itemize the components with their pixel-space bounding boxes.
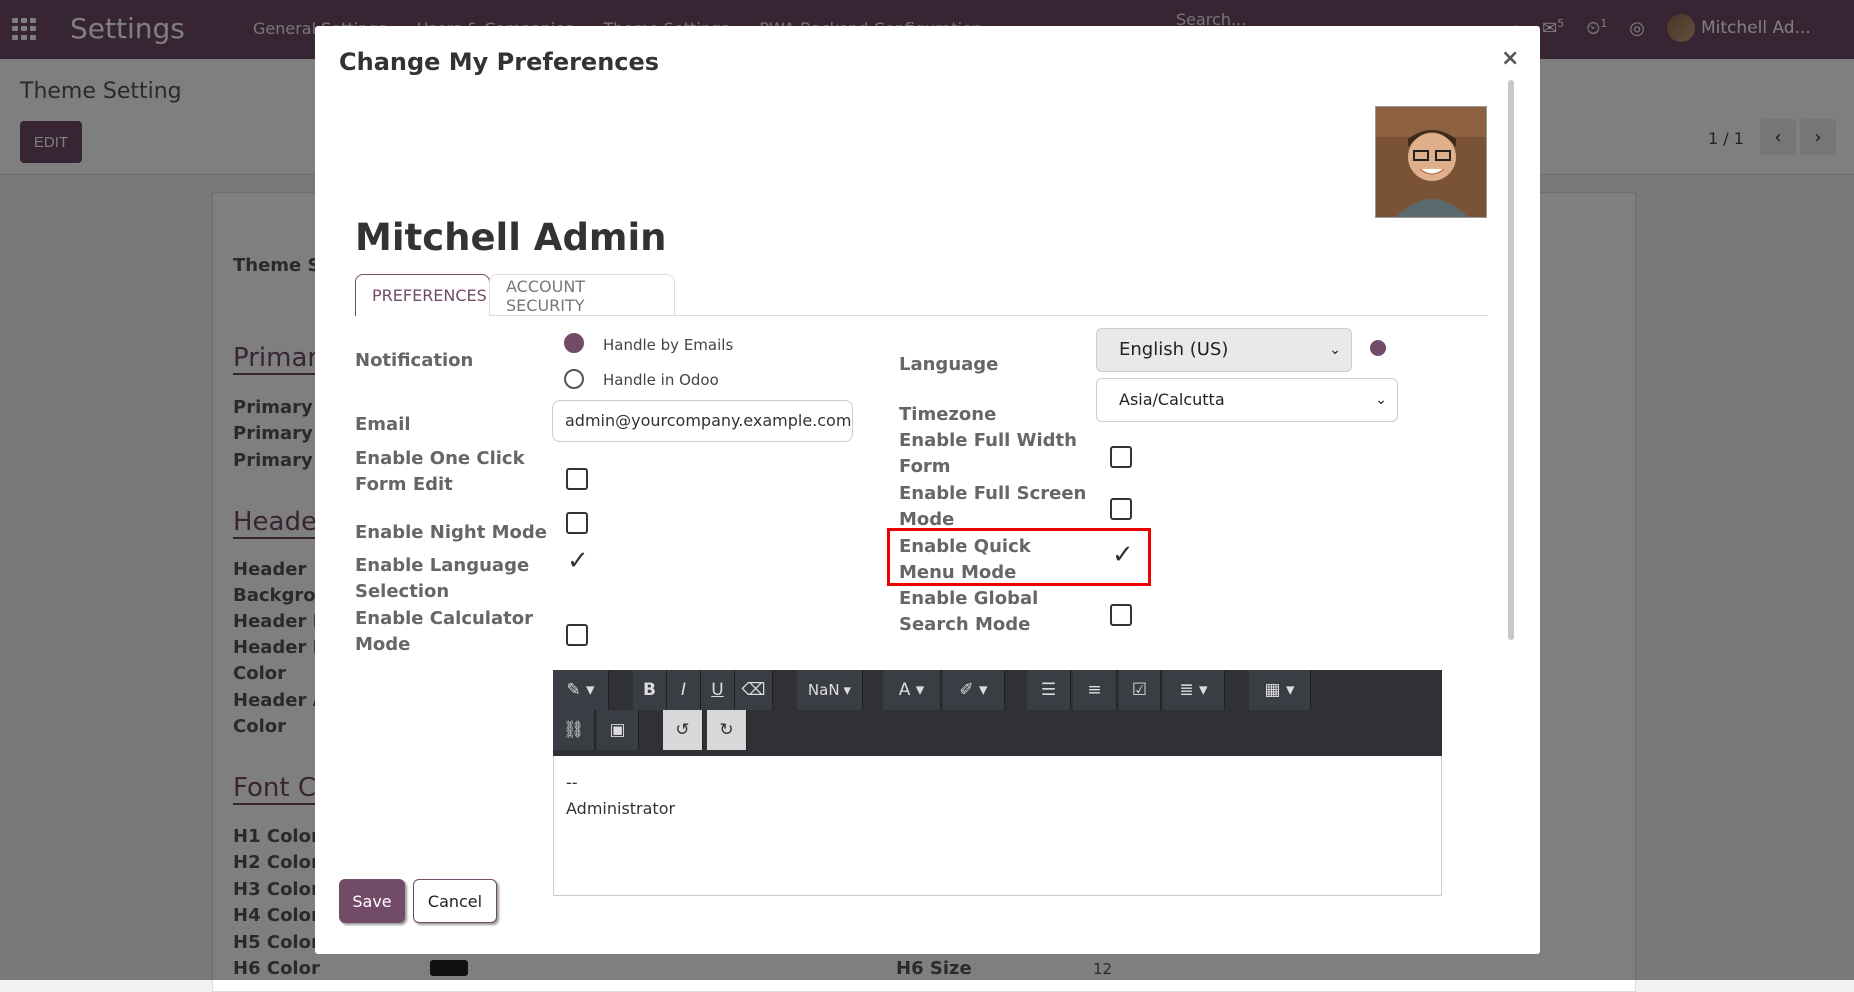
align-icon[interactable]: ≣ ▾ xyxy=(1163,670,1225,710)
magic-wand-icon[interactable]: ✎ ▾ xyxy=(553,670,609,710)
font-size-dropdown[interactable]: NaN ▾ xyxy=(797,670,863,710)
signature-editor[interactable]: -- Administrator xyxy=(553,756,1442,896)
email-label: Email xyxy=(355,414,411,435)
italic-icon[interactable]: I xyxy=(667,670,701,710)
full-screen-mode-checkbox[interactable] xyxy=(1110,498,1132,520)
toggle-label: Enable Full Width Form xyxy=(899,430,1077,477)
user-photo[interactable] xyxy=(1375,106,1487,218)
language-select[interactable]: English (US) ⌄ xyxy=(1096,328,1352,372)
toggle-label: Enable Full Screen Mode xyxy=(899,483,1087,530)
signature-line: -- xyxy=(566,773,578,792)
tab-preferences[interactable]: PREFERENCES xyxy=(355,274,490,316)
close-icon[interactable]: × xyxy=(1501,46,1519,71)
bullet-list-icon[interactable]: ☰ xyxy=(1027,670,1071,710)
highlight-box xyxy=(887,528,1151,586)
bold-icon[interactable]: B xyxy=(633,670,667,710)
one-click-edit-checkbox[interactable] xyxy=(566,468,588,490)
full-width-form-checkbox[interactable] xyxy=(1110,446,1132,468)
toggle-label: Enable Language Selection xyxy=(355,555,530,602)
paint-brush-icon[interactable]: ✐ ▾ xyxy=(943,670,1005,710)
radio-label-odoo: Handle in Odoo xyxy=(603,371,719,389)
link-icon[interactable]: ⛓ xyxy=(553,710,595,750)
global-search-mode-checkbox[interactable] xyxy=(1110,604,1132,626)
scrollbar[interactable] xyxy=(1508,80,1514,640)
underline-icon[interactable]: U xyxy=(701,670,735,710)
timezone-select[interactable]: Asia/Calcutta ⌄ xyxy=(1096,378,1398,422)
chevron-down-icon: ⌄ xyxy=(1329,342,1341,358)
eraser-icon[interactable]: ⌫ xyxy=(735,670,773,710)
language-selection-checkbox[interactable]: ✓ xyxy=(567,546,589,576)
timezone-label: Timezone xyxy=(899,404,997,425)
user-name: Mitchell Admin xyxy=(355,216,667,259)
email-field[interactable]: admin@yourcompany.example.com xyxy=(552,400,853,442)
font-color-icon[interactable]: A ▾ xyxy=(883,670,941,710)
chevron-down-icon: ⌄ xyxy=(1375,392,1387,408)
toggle-label: Enable Global Search Mode xyxy=(899,588,1039,635)
save-button[interactable]: Save xyxy=(339,879,405,923)
language-label: Language xyxy=(899,354,999,375)
numbered-list-icon[interactable]: ≡ xyxy=(1073,670,1117,710)
editor-toolbar: ✎ ▾ B I U ⌫ NaN ▾ A ▾ ✐ ▾ ☰ ≡ ☑ ≣ ▾ ▦ ▾ … xyxy=(553,670,1442,756)
toggle-label: Enable One Click Form Edit xyxy=(355,448,525,495)
checklist-icon[interactable]: ☑ xyxy=(1119,670,1161,710)
radio-handle-in-odoo[interactable] xyxy=(564,369,584,389)
tab-bar: PREFERENCES ACCOUNT SECURITY xyxy=(355,274,1488,316)
tab-account-security[interactable]: ACCOUNT SECURITY xyxy=(489,274,675,316)
checkmark-icon: ✓ xyxy=(567,546,589,576)
table-icon[interactable]: ▦ ▾ xyxy=(1249,670,1311,710)
notification-label: Notification xyxy=(355,350,474,371)
toggle-label: Enable Calculator Mode xyxy=(355,608,533,655)
dialog-title: Change My Preferences xyxy=(339,48,660,76)
redo-icon[interactable]: ↻ xyxy=(707,710,747,750)
radio-label-emails: Handle by Emails xyxy=(603,336,734,354)
signature-line: Administrator xyxy=(566,799,676,818)
radio-handle-by-emails[interactable] xyxy=(564,333,584,353)
preferences-dialog: Change My Preferences × Mitchell Admin P… xyxy=(315,26,1540,954)
undo-icon[interactable]: ↺ xyxy=(663,710,703,750)
night-mode-checkbox[interactable] xyxy=(566,512,588,534)
globe-icon[interactable] xyxy=(1370,340,1386,356)
toggle-label: Enable Night Mode xyxy=(355,522,547,543)
calculator-mode-checkbox[interactable] xyxy=(566,624,588,646)
cancel-button[interactable]: Cancel xyxy=(413,879,497,923)
image-icon[interactable]: ▣ xyxy=(597,710,639,750)
